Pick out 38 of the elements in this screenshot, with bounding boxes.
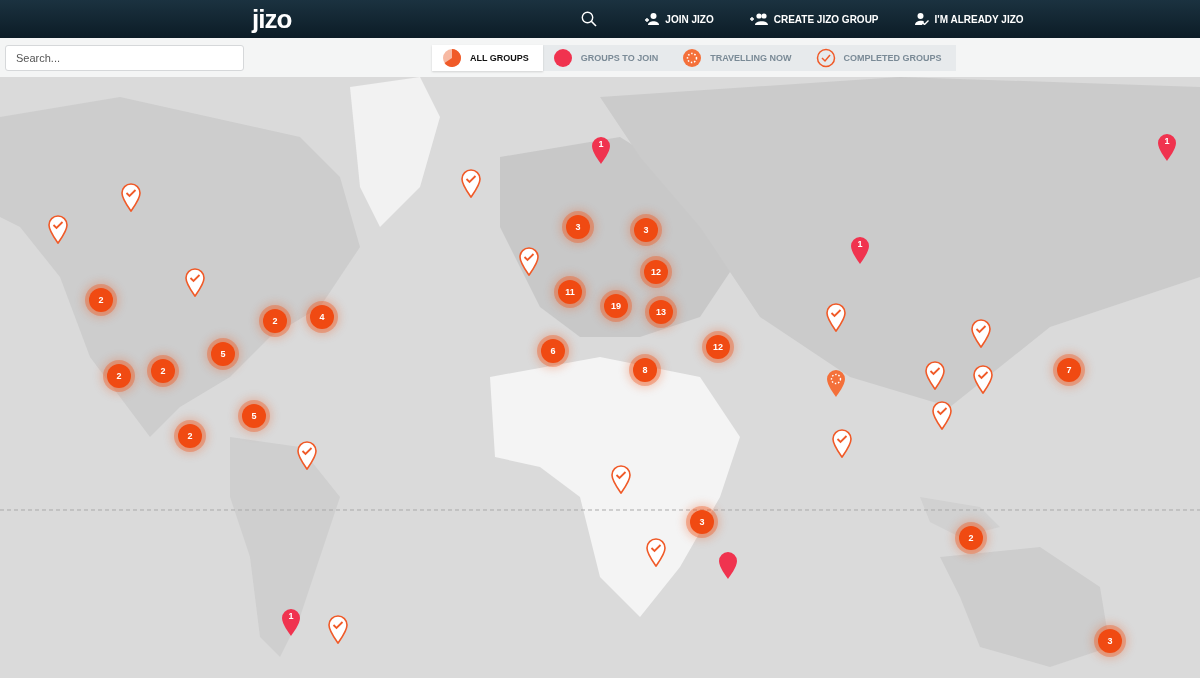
map-pin[interactable]: 1 [280, 607, 302, 637]
filter-tab[interactable]: COMPLETED GROUPS [805, 44, 956, 71]
search-field[interactable]: Search... [5, 44, 244, 71]
check-pin-icon[interactable] [610, 464, 632, 494]
check-pin-icon[interactable] [970, 318, 992, 348]
nav-link[interactable]: CREATE JIZO GROUP [749, 13, 879, 25]
map-pin[interactable]: 1 [1156, 132, 1178, 162]
add-user-icon [645, 13, 660, 25]
check-pin-icon[interactable] [825, 302, 847, 332]
check-pin-icon[interactable] [327, 614, 349, 644]
check-pin-icon[interactable] [931, 400, 953, 430]
check-pin-icon[interactable] [460, 168, 482, 198]
check-pin-icon[interactable] [972, 364, 994, 394]
dotted-circle-icon [682, 47, 703, 68]
check-circle-icon [815, 47, 836, 68]
check-pin-icon[interactable] [518, 246, 540, 276]
filter-tab[interactable]: TRAVELLING NOW [672, 44, 806, 71]
pie-icon [442, 47, 462, 68]
check-pin-icon[interactable] [645, 537, 667, 567]
user-check-icon [914, 13, 929, 25]
check-pin-icon[interactable] [831, 428, 853, 458]
logo[interactable]: jizo [252, 4, 292, 34]
map-pin[interactable]: 1 [590, 135, 612, 165]
map-pin[interactable]: 1 [849, 235, 871, 265]
nav-link[interactable]: JOIN JIZO [645, 13, 714, 25]
add-group-icon [749, 13, 768, 25]
search-icon[interactable] [581, 11, 598, 27]
nav-link[interactable]: I'M ALREADY JIZO [914, 13, 1024, 25]
check-pin-icon[interactable] [47, 214, 69, 244]
travelling-pin-icon[interactable] [825, 368, 847, 398]
dot-icon [552, 47, 573, 68]
check-pin-icon[interactable] [120, 182, 142, 212]
check-pin-icon[interactable] [184, 267, 206, 297]
filter-tab[interactable]: GROUPS TO JOIN [542, 44, 673, 71]
filter-tab[interactable]: ALL GROUPS [432, 44, 543, 71]
map-pin[interactable] [717, 550, 739, 580]
check-pin-icon[interactable] [924, 360, 946, 390]
check-pin-icon[interactable] [296, 440, 318, 470]
